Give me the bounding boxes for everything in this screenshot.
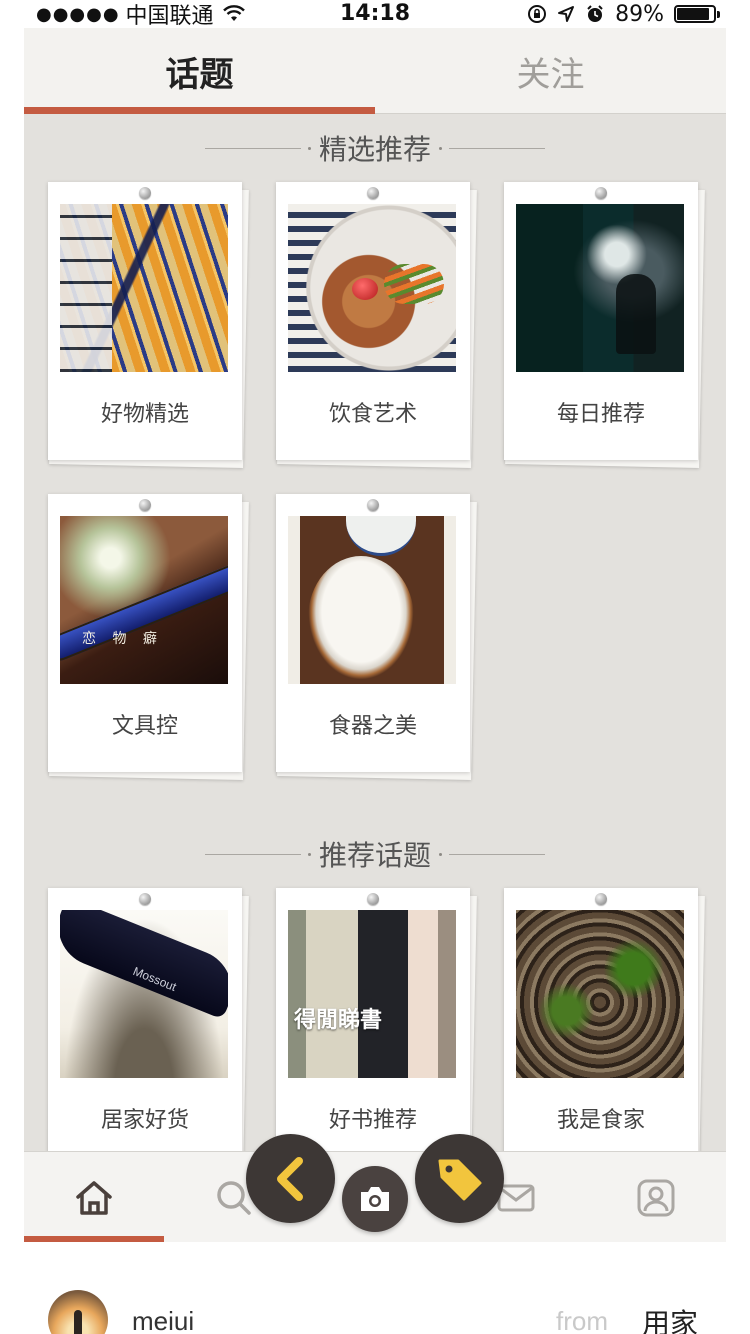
location-icon (557, 5, 575, 23)
divider-line (204, 852, 311, 856)
card-face: 饮食艺术 (276, 182, 470, 460)
from-label: from (556, 1306, 608, 1334)
section-title: 精选推荐 (318, 133, 431, 166)
app-screen: 话题 关注 精选推荐 好物精选 饮食艺术 每日推荐 恋 物 癖 文具控 食器之美… (24, 28, 726, 1242)
pin-icon (139, 893, 151, 905)
top-tab-bar: 话题 关注 (24, 28, 726, 114)
home-icon (74, 1179, 114, 1217)
topic-photo (516, 204, 684, 372)
tag-icon (434, 1155, 486, 1203)
tab-following[interactable]: 关注 (375, 28, 726, 114)
topic-label: 文具控 (111, 714, 178, 739)
topic-photo (60, 204, 228, 372)
card-face: 得閒睇書 好书推荐 (276, 888, 470, 1166)
divider-line (204, 146, 311, 150)
card-face: 我是食家 (504, 888, 698, 1166)
attribution-footer: meiui from 用家 (0, 1242, 750, 1334)
divider-line (439, 852, 545, 856)
pin-icon (139, 187, 151, 199)
battery-percent: 89% (615, 1, 664, 27)
topic-photo: 得閒睇書 (288, 910, 456, 1078)
pin-icon (595, 893, 607, 905)
topic-photo (288, 516, 456, 684)
card-face: 好物精选 (48, 182, 242, 460)
pin-icon (139, 499, 151, 511)
card-face: 食器之美 (276, 494, 470, 772)
pin-icon (367, 187, 379, 199)
rotation-lock-icon (527, 4, 547, 24)
back-button[interactable] (246, 1134, 335, 1223)
section-title: 推荐话题 (318, 839, 431, 872)
alarm-icon (585, 4, 605, 24)
card-face: 每日推荐 (504, 182, 698, 460)
topic-card[interactable]: 饮食艺术 (276, 182, 477, 469)
nav-home[interactable] (24, 1152, 164, 1242)
section-header-featured: 精选推荐 (24, 128, 726, 168)
topic-label: 我是食家 (556, 1108, 645, 1133)
topic-card[interactable]: 我是食家 (504, 888, 705, 1175)
topic-card[interactable]: 每日推荐 (504, 182, 705, 469)
photo-caption: 得閒睇書 (294, 1007, 383, 1033)
topic-card[interactable]: 好物精选 (48, 182, 249, 469)
topic-label: 食器之美 (328, 714, 417, 739)
pin-icon (367, 893, 379, 905)
camera-button[interactable] (342, 1166, 408, 1232)
topic-photo: Mossout (60, 910, 228, 1078)
topic-card[interactable]: 恋 物 癖 文具控 (48, 494, 249, 781)
profile-icon (636, 1178, 676, 1218)
topic-label: 每日推荐 (556, 402, 645, 427)
topic-card[interactable]: 食器之美 (276, 494, 477, 781)
active-tab-indicator (24, 107, 375, 114)
card-face: 恋 物 癖 文具控 (48, 494, 242, 772)
tab-topics[interactable]: 话题 (24, 28, 375, 114)
topic-photo: 恋 物 癖 (60, 516, 228, 684)
card-face: Mossout 居家好货 (48, 888, 242, 1166)
topic-photo (288, 204, 456, 372)
topic-label: 饮食艺术 (328, 402, 417, 427)
topic-card[interactable]: 得閒睇書 好书推荐 (276, 888, 477, 1175)
divider-line (439, 146, 545, 150)
topic-label: 好物精选 (100, 402, 189, 427)
pin-icon (595, 187, 607, 199)
nav-profile[interactable] (586, 1152, 726, 1242)
camera-icon (358, 1185, 392, 1213)
username[interactable]: meiui (132, 1306, 194, 1334)
topic-label: 居家好货 (100, 1108, 189, 1133)
section-header-recommended: 推荐话题 (24, 834, 726, 874)
avatar[interactable] (48, 1290, 108, 1334)
battery-icon (674, 5, 720, 23)
topic-card[interactable]: Mossout 居家好货 (48, 888, 249, 1175)
pin-icon (367, 499, 379, 511)
tag-button[interactable] (415, 1134, 504, 1223)
source-name[interactable]: 用家 (642, 1302, 698, 1334)
topic-photo (516, 910, 684, 1078)
back-chevron-icon (271, 1156, 311, 1202)
status-bar: ●●●●● 中国联通 14:18 89% (0, 0, 750, 29)
photo-caption: 恋 物 癖 (82, 631, 163, 647)
